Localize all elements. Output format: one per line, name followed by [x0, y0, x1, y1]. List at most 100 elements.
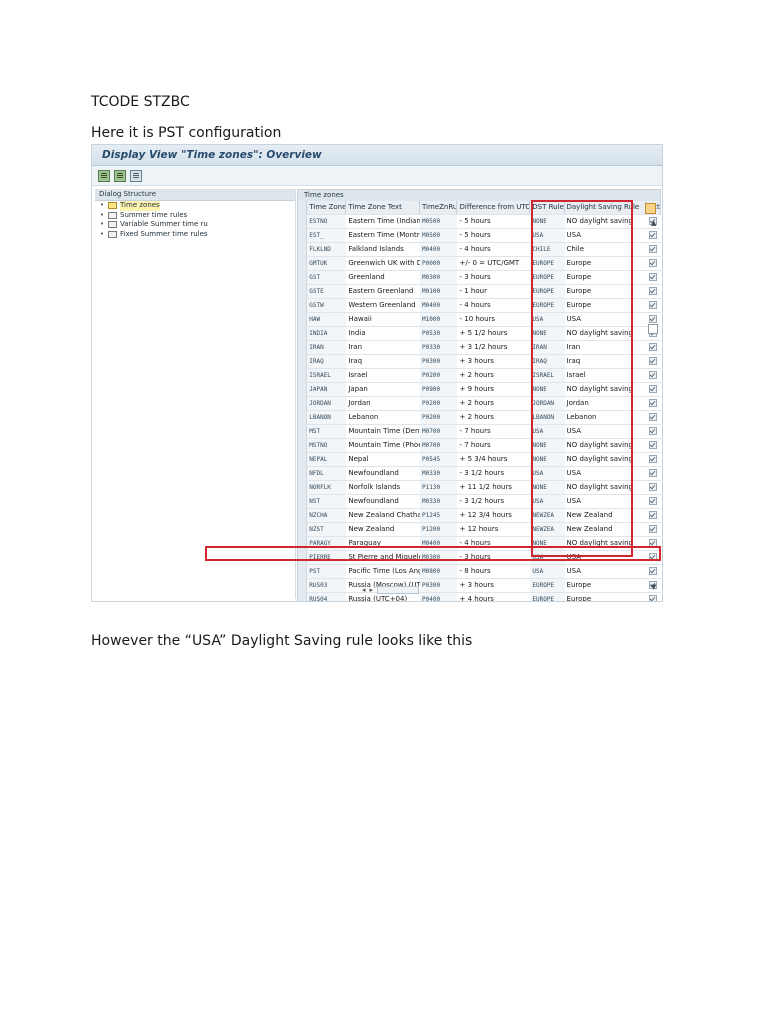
- scroll-down-icon[interactable]: ▼: [651, 583, 656, 591]
- table-row[interactable]: INDIA India P0530 + 5 1/2 hours NONE NO dayli…: [298, 327, 661, 341]
- table-cell: JORDAN: [530, 397, 565, 410]
- row-selector[interactable]: [298, 229, 308, 242]
- table-row[interactable]: IRAQ Iraq P0300 + 3 hours IRAQ Iraq: [298, 355, 661, 369]
- table-cell: P1245: [420, 509, 458, 522]
- table-cell: P0200: [420, 369, 458, 382]
- scroll-right-icon[interactable]: ▸: [370, 586, 374, 594]
- row-selector[interactable]: [298, 537, 308, 550]
- list-icon[interactable]: [98, 169, 110, 182]
- table-row[interactable]: GST Greenland M0300- 3 hours EUROPE Europe: [298, 271, 661, 285]
- table-row[interactable]: GSTW Western Greenland M0400- 4 hours EUROP…: [298, 299, 661, 313]
- row-selector[interactable]: [298, 383, 308, 396]
- row-selector[interactable]: [298, 341, 308, 354]
- row-selector[interactable]: [298, 439, 308, 452]
- table-cell: HAW: [307, 313, 347, 326]
- table-row[interactable]: RUS03Russia (Moscow) (UTC+0P0300+ 3 hour…: [298, 579, 661, 593]
- column-header[interactable]: Daylight Saving Rule: [565, 201, 646, 214]
- row-selector[interactable]: [298, 467, 308, 480]
- table-row[interactable]: FLKLND Falkland Islands M0400- 4 hours CHIL…: [298, 243, 661, 257]
- table-cell: USA: [530, 565, 565, 578]
- row-selector[interactable]: [298, 565, 308, 578]
- tree-item[interactable]: • Variable Summer time ru: [95, 220, 295, 230]
- table-row[interactable]: MSTMountain Time (Denver)M0700- 7 hours U…: [298, 425, 661, 439]
- print-icon[interactable]: [130, 169, 142, 182]
- table-row[interactable]: NEPAL Nepal P0545 + 5 3/4 hours NONE NO dayli…: [298, 453, 661, 467]
- table-cell: MST: [307, 425, 347, 438]
- column-header[interactable]: TimeZnRule: [420, 201, 458, 214]
- horizontal-scrollbar[interactable]: ◂ ▸: [362, 586, 432, 594]
- row-selector[interactable]: [298, 481, 308, 494]
- table-row[interactable]: NORFLK Norfolk Islands P1130 + 11 1/2 hours…: [298, 481, 661, 495]
- table-cell: M0300: [420, 271, 458, 284]
- row-selector[interactable]: [298, 271, 308, 284]
- table-cell: NO daylight saving: [566, 483, 634, 491]
- row-selector[interactable]: [298, 523, 308, 536]
- row-selector[interactable]: [298, 579, 308, 592]
- table-cell: + 9 hours: [459, 385, 494, 393]
- table-cell: Western Greenland: [348, 301, 416, 309]
- column-settings-icon[interactable]: [645, 203, 656, 214]
- row-selector[interactable]: [298, 453, 308, 466]
- table-row[interactable]: PARAGY Paraguay M0400- 4 hours NONE NO dayli…: [298, 537, 661, 551]
- select-all-cell[interactable]: [298, 201, 308, 214]
- table-row[interactable]: IRAN Iran P0330 + 3 1/2 hours IRAN Iran: [298, 341, 661, 355]
- row-selector[interactable]: [298, 369, 308, 382]
- column-header[interactable]: Difference from UTC: [457, 201, 531, 214]
- table-row[interactable]: NZCHANew Zealand Chatham Is.P1245+ 12 3/…: [298, 509, 661, 523]
- scroll-thumb[interactable]: [377, 586, 420, 594]
- tree-item[interactable]: • Time zones: [95, 201, 295, 211]
- tree-item-label: Summer time rules: [120, 210, 188, 219]
- row-selector[interactable]: [298, 299, 308, 312]
- table-row[interactable]: ISRAEL Israel P0200 + 2 hours ISRAEL Israel: [298, 369, 661, 383]
- table-row[interactable]: PIERRE St Pierre and Miquelon M0300- 3 hou…: [298, 551, 661, 565]
- scroll-up-icon[interactable]: ▲: [651, 219, 656, 227]
- row-selector[interactable]: [298, 243, 308, 256]
- row-selector[interactable]: [298, 313, 308, 326]
- table-row[interactable]: RUS04 Russia (UTC+04) P0400 + 4 hours EUROPE…: [298, 593, 661, 601]
- row-selector[interactable]: [298, 509, 308, 522]
- table-cell: Jordan: [348, 399, 371, 407]
- table-cell: NEWZEA: [530, 509, 565, 522]
- row-selector[interactable]: [298, 285, 308, 298]
- row-selector[interactable]: [298, 593, 308, 601]
- tree-item[interactable]: • Fixed Summer time rules: [95, 230, 295, 240]
- row-selector[interactable]: [298, 355, 308, 368]
- table-cell: Europe: [566, 301, 592, 309]
- vertical-scrollbar[interactable]: ▲ ▼: [649, 219, 658, 591]
- table-row[interactable]: NST Newfoundland M0330- 3 1/2 hours USA USA: [298, 495, 661, 509]
- row-selector[interactable]: [298, 257, 308, 270]
- column-header[interactable]: Time Zone Text: [346, 201, 420, 214]
- table-row[interactable]: MSTNOMountain Time (Phoenix)M0700- 7 hou…: [298, 439, 661, 453]
- table-row[interactable]: JAPAN Japan P0900 + 9 hours NONE NO daylight …: [298, 383, 661, 397]
- table-row[interactable]: ESTNOEastern Time (IndianapoliM0500- 5 h…: [298, 215, 661, 229]
- table-row[interactable]: GSTE Eastern Greenland M0100- 1 hour EUROPE…: [298, 285, 661, 299]
- row-selector[interactable]: [298, 327, 308, 340]
- bullet-icon: •: [99, 220, 105, 228]
- table-cell: GMTUK: [307, 257, 347, 270]
- table-row[interactable]: LBANON Lebanon P0200 + 2 hours LBANON Lebanon: [298, 411, 661, 425]
- active-checkbox[interactable]: [648, 595, 657, 601]
- scroll-left-icon[interactable]: ◂: [362, 586, 366, 594]
- column-header[interactable]: DST Rule: [530, 201, 565, 214]
- row-selector[interactable]: [298, 551, 308, 564]
- table-row[interactable]: NZST New Zealand P1200 + 12 hours NEWZEA New …: [298, 523, 661, 537]
- table-row[interactable]: NFDL Newfoundland M0330- 3 1/2 hours USA USA: [298, 467, 661, 481]
- row-selector[interactable]: [298, 425, 308, 438]
- table-row[interactable]: GMTUKGreenwich UK with DSTP0000+/- 0 = U…: [298, 257, 661, 271]
- export-icon[interactable]: [114, 169, 126, 182]
- tree-item[interactable]: • Summer time rules: [95, 211, 295, 221]
- table-cell: + 2 hours: [459, 399, 494, 407]
- column-header[interactable]: Time Zone: [307, 201, 347, 214]
- table-row[interactable]: HAW Hawaii M1000- 10 hours USA USA: [298, 313, 661, 327]
- row-selector[interactable]: [298, 495, 308, 508]
- row-selector[interactable]: [298, 215, 308, 228]
- table-row[interactable]: PSTPacific Time (Los Angeles)M0800- 8 ho…: [298, 565, 661, 579]
- table-row[interactable]: EST_Eastern Time (Montréal)M0500- 5 hour…: [298, 229, 661, 243]
- table-cell: P0530: [420, 327, 458, 340]
- row-selector[interactable]: [298, 411, 308, 424]
- table-row[interactable]: JORDAN Jordan P0200 + 2 hours JORDAN Jordan: [298, 397, 661, 411]
- table-cell: - 5 hours: [459, 231, 491, 239]
- table-cell: + 3 hours: [459, 581, 494, 589]
- row-selector[interactable]: [298, 397, 308, 410]
- table-cell: USA: [566, 427, 582, 435]
